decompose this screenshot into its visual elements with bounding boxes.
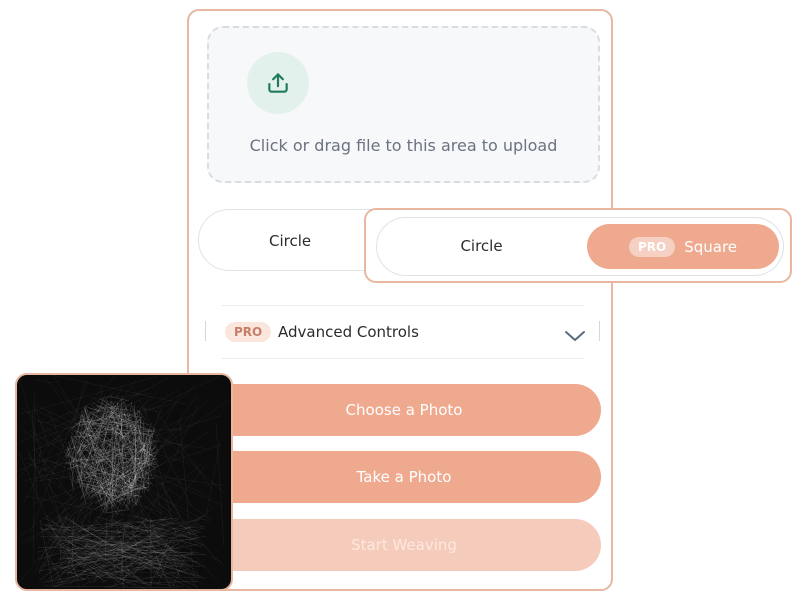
string-art-preview (15, 373, 233, 591)
upload-icon (247, 52, 309, 114)
string-art-portrait (17, 375, 230, 589)
file-upload-dropzone[interactable]: Click or drag file to this area to uploa… (207, 26, 600, 183)
take-photo-label: Take a Photo (356, 468, 452, 486)
advanced-controls-label: Advanced Controls (278, 323, 419, 341)
choose-photo-button[interactable]: Choose a Photo (205, 384, 601, 436)
shape-option-square[interactable]: PRO Square (587, 224, 779, 269)
shape-option-circle[interactable]: Circle (377, 237, 586, 255)
chevron-down-icon[interactable] (564, 328, 586, 347)
take-photo-button[interactable]: Take a Photo (205, 451, 601, 503)
shape-toggle: Circle PRO Square (376, 217, 784, 276)
choose-photo-label: Choose a Photo (345, 401, 463, 419)
upload-instructions: Click or drag file to this area to uploa… (249, 136, 558, 155)
divider (599, 321, 600, 341)
divider (205, 321, 206, 341)
advanced-controls-toggle[interactable]: PRO Advanced Controls (222, 305, 586, 359)
shape-option-circle-bg[interactable]: Circle (269, 232, 311, 250)
start-weaving-label: Start Weaving (351, 536, 457, 554)
shape-selector-callout: Circle PRO Square (364, 208, 792, 283)
pro-badge: PRO (628, 236, 676, 257)
start-weaving-button[interactable]: Start Weaving (205, 519, 601, 571)
pro-badge: PRO (225, 322, 272, 342)
shape-option-square-label: Square (684, 237, 738, 256)
